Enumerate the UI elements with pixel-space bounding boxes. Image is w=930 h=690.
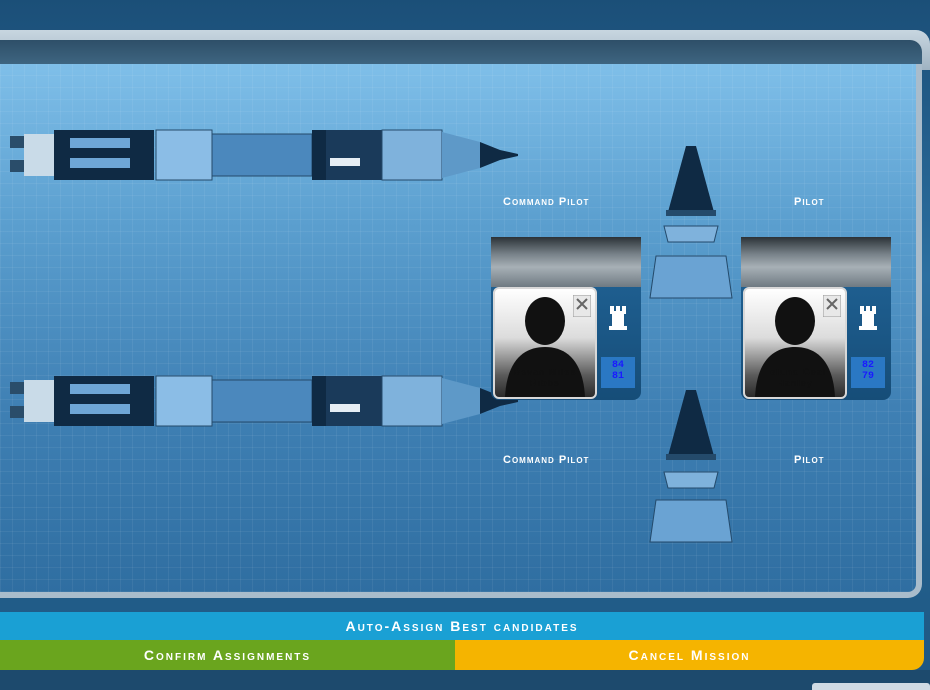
astronaut-first-name: Felund Geal — [763, 367, 827, 377]
chess-rook-rank-icon — [859, 306, 877, 330]
astronaut-name: Felund Geal Hanley — [745, 367, 845, 389]
astronaut-last-name: Ribbs — [529, 378, 560, 388]
capsule-icon — [649, 146, 733, 299]
command-pilot-slot[interactable]: Bevan Miles Ribbs 84 81 — [491, 237, 641, 400]
confirm-assignments-button[interactable]: Confirm Assignments — [0, 640, 455, 670]
command-pilot-label[interactable]: Command Pilot — [503, 454, 589, 466]
astronaut-portrait[interactable]: Bevan Miles Ribbs — [493, 287, 597, 399]
remove-x-icon[interactable] — [573, 295, 591, 317]
slot-header — [491, 237, 641, 287]
chess-rook-rank-icon — [609, 306, 627, 330]
header-bar — [0, 40, 922, 64]
footer-strip — [0, 670, 930, 690]
pilot-slot[interactable]: Felund Geal Hanley 82 79 — [741, 237, 891, 400]
rocket-icon — [10, 375, 518, 427]
capsule-icon — [649, 390, 733, 543]
command-pilot-label: Command Pilot — [503, 196, 590, 208]
astronaut-stats: 84 81 — [601, 357, 635, 388]
astronaut-name: Bevan Miles Ribbs — [495, 367, 595, 389]
astronaut-first-name: Bevan Miles — [513, 367, 577, 377]
stat-value: 82 — [861, 360, 874, 371]
remove-x-icon[interactable] — [823, 295, 841, 317]
stat-value: 81 — [611, 371, 624, 382]
rocket-icon — [10, 129, 518, 181]
pilot-label[interactable]: Pilot — [794, 454, 825, 466]
astronaut-stats: 82 79 — [851, 357, 885, 388]
auto-assign-button[interactable]: Auto-Assign Best candidates — [0, 612, 924, 640]
astronaut-portrait[interactable]: Felund Geal Hanley — [743, 287, 847, 399]
stat-value: 79 — [861, 371, 874, 382]
slot-header — [741, 237, 891, 287]
astronaut-last-name: Hanley — [777, 378, 813, 388]
pilot-label: Pilot — [794, 196, 825, 208]
footer-tab — [812, 683, 930, 690]
stat-value: 84 — [611, 360, 624, 371]
cancel-mission-button[interactable]: Cancel Mission — [455, 640, 924, 670]
